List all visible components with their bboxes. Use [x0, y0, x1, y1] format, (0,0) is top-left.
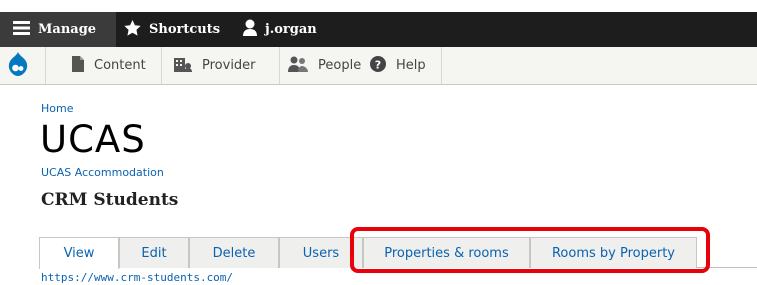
tab-delete[interactable]: Delete	[189, 237, 279, 268]
page-title: CRM Students	[41, 190, 179, 210]
tray-help-label: Help	[396, 58, 426, 73]
admin-toolbar: Manage Shortcuts j.organ	[0, 12, 757, 47]
drupal-icon	[8, 51, 38, 80]
drupal-logo-button[interactable]	[0, 47, 46, 84]
website-url-link[interactable]: https://www.crm-students.com/	[41, 271, 233, 284]
user-button[interactable]: j.organ	[243, 12, 317, 47]
manage-button[interactable]: Manage	[0, 12, 116, 47]
tab-view[interactable]: View	[39, 237, 119, 269]
tray-item-provider[interactable]: Provider	[162, 47, 280, 84]
user-label: j.organ	[265, 22, 317, 37]
hamburger-icon	[13, 20, 30, 39]
provider-icon	[174, 56, 202, 76]
ucas-logo[interactable]: UCAS	[40, 118, 146, 162]
tray-content-label: Content	[94, 58, 146, 73]
tab-edit[interactable]: Edit	[119, 237, 189, 268]
site-name-link[interactable]: UCAS Accommodation	[41, 166, 164, 179]
toolbar-tray: Content Provider People ? Help	[0, 47, 757, 85]
help-icon: ?	[370, 55, 396, 76]
people-icon	[288, 56, 318, 76]
tray-people-label: People	[318, 58, 362, 73]
star-icon	[124, 19, 141, 40]
shortcuts-button[interactable]: Shortcuts	[124, 12, 220, 47]
breadcrumb-home[interactable]: Home	[41, 102, 73, 115]
tray-provider-label: Provider	[202, 58, 256, 73]
tray-item-content[interactable]: Content	[46, 47, 162, 84]
tray-item-people[interactable]: People	[280, 47, 361, 84]
tray-item-help[interactable]: ? Help	[356, 47, 442, 84]
highlight-annotation	[350, 227, 710, 273]
svg-text:?: ?	[375, 58, 381, 71]
manage-label: Manage	[38, 22, 97, 37]
document-icon	[72, 55, 94, 76]
user-icon	[243, 19, 257, 40]
shortcuts-label: Shortcuts	[149, 22, 221, 37]
